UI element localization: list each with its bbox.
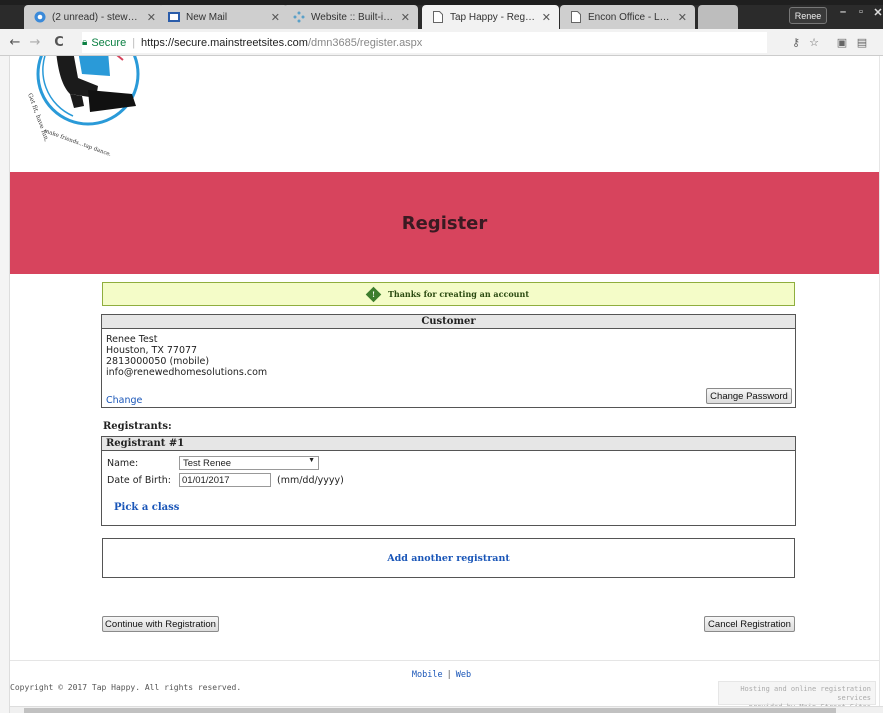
customer-panel-heading: Customer [102,315,795,329]
tab-title: Encon Office - Login [588,11,672,23]
name-label: Name: [107,458,139,469]
browser-tab-5[interactable]: Encon Office - Login ✕ [560,5,695,29]
close-icon[interactable]: ✕ [401,11,410,24]
url-host: https://secure.mainstreetsites.com [141,36,308,49]
continue-registration-button[interactable]: Continue with Registration [102,616,219,632]
change-password-button[interactable]: Change Password [706,388,792,404]
customer-details: Renee Test Houston, TX 77077 2813000050 … [106,334,267,378]
mail-icon [168,11,180,23]
date-format-hint: (mm/dd/yyyy) [277,475,344,486]
browser-tab-2[interactable]: New Mail ✕ [158,5,288,29]
success-notice: ! Thanks for creating an account [102,282,795,306]
separator: | [132,36,136,49]
window-close-icon[interactable]: ✕ [866,3,883,21]
footer-divider [10,660,879,661]
page-icon [570,11,582,23]
browser-toolbar: ← → C 🔒︎ Secure | https://secure.mainstr… [0,29,883,56]
star-icon[interactable]: ☆ [806,34,822,50]
close-icon[interactable]: ✕ [147,11,156,24]
tap-happy-logo[interactable]: Get fit, have fun, make friends...tap da… [18,56,143,158]
registrant-panel: Registrant #1 Name: Test Renee ▼ Date of… [101,436,796,526]
customer-phone: 2813000050 (mobile) [106,356,210,367]
new-tab-button[interactable] [698,5,738,29]
reload-icon[interactable]: C [50,33,68,51]
copyright-text: Copyright © 2017 Tap Happy. All rights r… [10,683,242,692]
customer-name: Renee Test [106,334,158,345]
success-icon: ! [365,286,382,302]
page-left-gutter [0,56,10,713]
lock-icon: 🔒︎ [82,37,88,48]
date-of-birth-input[interactable]: 01/01/2017 [179,473,271,487]
horizontal-scrollbar[interactable] [10,706,883,713]
registrant-name-select[interactable]: Test Renee ▼ [179,456,319,470]
mobile-link[interactable]: Mobile [412,670,443,680]
close-icon[interactable]: ✕ [271,11,280,24]
customer-panel: Customer Renee Test Houston, TX 77077 28… [101,314,796,408]
vertical-scrollbar[interactable] [879,56,883,713]
chrome-app-icon [34,11,46,23]
registrant-heading: Registrant #1 [102,437,795,451]
website-icon [293,11,305,23]
footer-separator: | [446,670,452,680]
browser-tab-strip: (2 unread) - stewartdanc ✕ New Mail ✕ We… [0,0,883,29]
secure-label: Secure [91,36,127,49]
browser-tab-3[interactable]: Website :: Built-in Pages ✕ [283,5,418,29]
change-customer-link[interactable]: Change [106,395,142,406]
add-registrant-box: Add another registrant [102,538,795,578]
page-banner: Register [10,172,879,274]
customer-address: Houston, TX 77077 [106,345,198,356]
url-path: /dmn3685/register.aspx [307,36,423,49]
svg-text:make friends...tap dance.: make friends...tap dance. [43,128,112,156]
registrants-heading: Registrants: [103,421,172,432]
page-title: Register [401,212,488,234]
customer-email: info@renewedhomesolutions.com [106,367,268,378]
extension-icon[interactable]: ▣ [834,34,850,50]
footer-links: Mobile | Web [0,670,883,680]
key-icon[interactable]: ⚷ [788,34,804,50]
address-bar[interactable]: 🔒︎ Secure | https://secure.mainstreetsit… [82,32,767,53]
web-page: Get fit, have fun, make friends...tap da… [0,56,883,713]
tab-title: (2 unread) - stewartdanc [52,11,141,23]
browser-tab-4[interactable]: Tap Happy - Register ✕ [422,5,559,29]
cancel-registration-button[interactable]: Cancel Registration [704,616,795,632]
user-profile-badge[interactable]: Renee [789,7,827,24]
tab-title: Tap Happy - Register [450,11,536,23]
chevron-down-icon: ▼ [308,457,315,464]
close-icon[interactable]: ✕ [542,11,551,24]
hosting-credit: Hosting and online registration services… [718,681,876,711]
notice-text: Thanks for creating an account [387,289,530,299]
back-icon[interactable]: ← [6,33,24,51]
dob-label: Date of Birth: [107,475,171,486]
menu-icon[interactable]: ▤ [854,34,870,50]
web-link[interactable]: Web [456,670,471,680]
pick-a-class-link[interactable]: Pick a class [114,502,179,513]
add-another-registrant-link[interactable]: Add another registrant [387,553,510,564]
page-icon [432,11,444,23]
browser-tab-1[interactable]: (2 unread) - stewartdanc ✕ [24,5,164,29]
tab-title: New Mail [186,11,228,23]
forward-icon[interactable]: → [26,33,44,51]
scrollbar-thumb[interactable] [24,708,836,713]
hosting-line: Hosting and online registration services [740,685,871,702]
tab-title: Website :: Built-in Pages [311,11,395,23]
close-icon[interactable]: ✕ [678,11,687,24]
selected-name: Test Renee [183,457,232,469]
